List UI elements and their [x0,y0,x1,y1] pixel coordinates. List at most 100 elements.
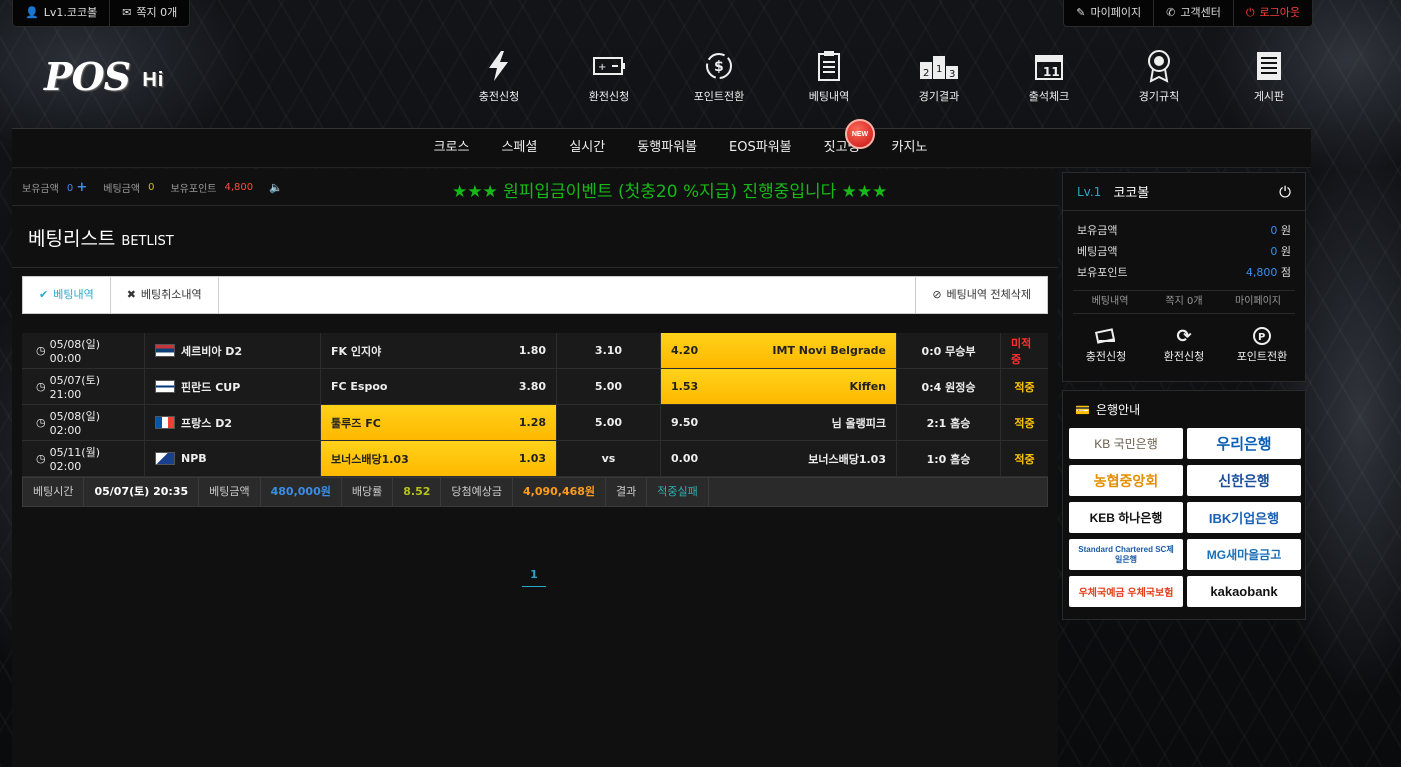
home-pick[interactable]: 보너스배당1.03 1.03 [321,441,557,476]
bet-league: 세르비아 D2 [145,333,321,368]
bet-score: 0:4 원정승 [897,369,1001,404]
draw-pick[interactable]: 3.10 [557,333,661,368]
result-value: 적중실패 [647,478,709,506]
nav-withdraw[interactable]: + 환전신청 [554,48,664,104]
mypage-link[interactable]: ✎ 마이페이지 [1064,0,1155,26]
away-pick[interactable]: 9.50 님 올랭피크 [661,405,897,440]
tab-cancel-history[interactable]: ✖ 베팅취소내역 [111,277,219,313]
phone-icon: ✆ [1166,6,1176,19]
delete-all-button[interactable]: ⊘ 베팅내역 전체삭제 [915,277,1047,313]
divider [12,267,1058,268]
menu-dh-powerball[interactable]: 동행파워볼 [621,129,713,167]
win-value: 4,090,468원 [513,478,607,506]
panel-tab-messages[interactable]: 쪽지 0개 [1147,291,1221,313]
logout-link[interactable]: ⏻ 로그아웃 [1234,0,1312,26]
money-icon [1070,324,1142,348]
result-label: 결과 [606,478,648,506]
lightning-icon [444,48,554,84]
svg-text:$: $ [714,59,724,75]
point-value: 4,800 [224,181,254,193]
bank-woori: 우리은행 [1187,428,1301,459]
npb-logo-icon [155,452,175,465]
home-pick[interactable]: 툴루즈 FC 1.28 [321,405,557,440]
bet-label: 베팅금액 [103,183,141,195]
bet-summary: 베팅시간 05/07(토) 20:35 베팅금액 480,000원 배당률 8.… [22,477,1048,507]
messages-link[interactable]: ✉ 쪽지 0개 [110,0,189,26]
point-coin-icon: P [1226,324,1298,348]
amount-value: 480,000원 [261,478,342,506]
bank-header: 💳 은행안내 [1075,402,1141,418]
bank-shinhan: 신한은행 [1187,465,1301,496]
draw-pick[interactable]: 5.00 [557,405,661,440]
check-icon: ✔ [39,288,49,301]
plus-icon: + [76,179,88,195]
bet-score: 1:0 홈승 [897,441,1001,476]
speaker-icon[interactable]: 🔈 [269,181,283,194]
user-panel: Lv.1 코코볼 ⏻ 보유금액 0 원 베팅금액 0 원 보유포인트 4,800 점 … [1062,172,1306,382]
bet-league: 프랑스 D2 [145,405,321,440]
battery-icon: + [554,48,664,84]
panel-point-row: 보유포인트 4,800 점 [1077,265,1291,279]
nav-results[interactable]: 2 1 3 경기결과 [884,48,994,104]
menu-cross[interactable]: 크로스 [418,129,486,167]
history-tabs: ✔ 베팅내역 ✖ 베팅취소내역 ⊘ 베팅내역 전체삭제 [22,276,1048,314]
point-label: 보유포인트 [170,183,217,195]
panel-point-button[interactable]: P 포인트전환 [1226,324,1298,364]
edit-icon: ✎ [1076,6,1086,19]
menu-eos-powerball[interactable]: EOS파워볼 [713,129,808,167]
bet-list: ◷ 05/08(일) 00:00 세르비아 D2 FK 인지야 1.80 3.10 … [22,333,1048,507]
podium-icon: 213 [884,48,994,84]
tab-bet-history[interactable]: ✔ 베팅내역 [23,277,111,313]
away-pick[interactable]: 4.20 IMT Novi Belgrade [661,333,897,368]
table-row: ◷ 05/08(일) 02:00 프랑스 D2 툴루즈 FC 1.28 5.00 9… [22,405,1048,441]
new-badge: NEW [845,119,875,149]
table-row: ◷ 05/11(월) 02:00 NPB 보너스배당1.03 1.03 vs 0.0… [22,441,1048,477]
france-flag-icon [155,416,175,429]
nav-rules[interactable]: 경기규칙 [1104,48,1214,104]
serbia-flag-icon [155,344,175,357]
bank-keb-hana: KEB 하나은행 [1069,502,1183,533]
panel-withdraw-button[interactable]: ⟳ 환전신청 [1148,324,1220,364]
clock-icon: ◷ [36,380,46,393]
bank-card-icon: 💳 [1075,402,1090,417]
svg-text:11: 11 [1043,65,1060,79]
page-1-button[interactable]: 1 [522,567,546,587]
top-bar: 👤 Lv1.코코볼 ✉ 쪽지 0개 ✎ 마이페이지 ✆ 고객센터 ⏻ 로그아웃 [12,0,1313,27]
bank-post: 우체국예금 우체국보험 [1069,576,1183,607]
balance-value: 0 + [66,179,88,195]
home-pick[interactable]: FK 인지야 1.80 [321,333,557,368]
svg-text:2: 2 [923,68,929,79]
bank-kb: KB 국민은행 [1069,428,1183,459]
panel-deposit-button[interactable]: 충전신청 [1070,324,1142,364]
bank-mg: MG새마을금고 [1187,539,1301,570]
nav-bet-history[interactable]: 베팅내역 [774,48,884,104]
home-pick[interactable]: FC Espoo 3.80 [321,369,557,404]
draw-pick[interactable]: 5.00 [557,369,661,404]
nav-point-convert[interactable]: $ 포인트전환 [664,48,774,104]
power-icon: ⏻ [1245,6,1255,19]
clipboard-icon [774,48,884,84]
draw-pick[interactable]: vs [557,441,661,476]
site-logo[interactable]: POS Hi [44,54,174,99]
clock-icon: ◷ [36,344,46,357]
bet-score: 2:1 홈승 [897,405,1001,440]
menu-casino[interactable]: 카지노 [876,129,944,167]
nav-deposit[interactable]: 충전신청 [444,48,554,104]
calendar-icon: 11 [994,48,1104,84]
status-badge: 적중 [1014,452,1035,466]
panel-actions: 충전신청 ⟳ 환전신청 P 포인트전환 [1063,324,1305,364]
menu-special[interactable]: 스페셜 [485,129,553,167]
nav-board[interactable]: 게시판 [1214,48,1324,104]
menu-live[interactable]: 실시간 [553,129,621,167]
svg-text:P: P [1258,332,1265,343]
panel-tabs: 베팅내역 쪽지 0개 마이페이지 [1073,290,1295,314]
panel-tab-mypage[interactable]: 마이페이지 [1221,291,1295,313]
away-pick[interactable]: 1.53 Kiffen [661,369,897,404]
power-icon[interactable]: ⏻ [1279,183,1291,201]
support-link[interactable]: ✆ 고객센터 [1154,0,1234,26]
bank-panel: 💳 은행안내 KB 국민은행 우리은행 농협중앙회 신한은행 KEB 하나은행 I… [1062,390,1306,620]
user-level-link[interactable]: 👤 Lv1.코코볼 [13,0,111,26]
away-pick[interactable]: 0.00 보너스배당1.03 [661,441,897,476]
nav-attendance[interactable]: 11 출석체크 [994,48,1104,104]
panel-tab-bet-history[interactable]: 베팅내역 [1073,291,1147,313]
